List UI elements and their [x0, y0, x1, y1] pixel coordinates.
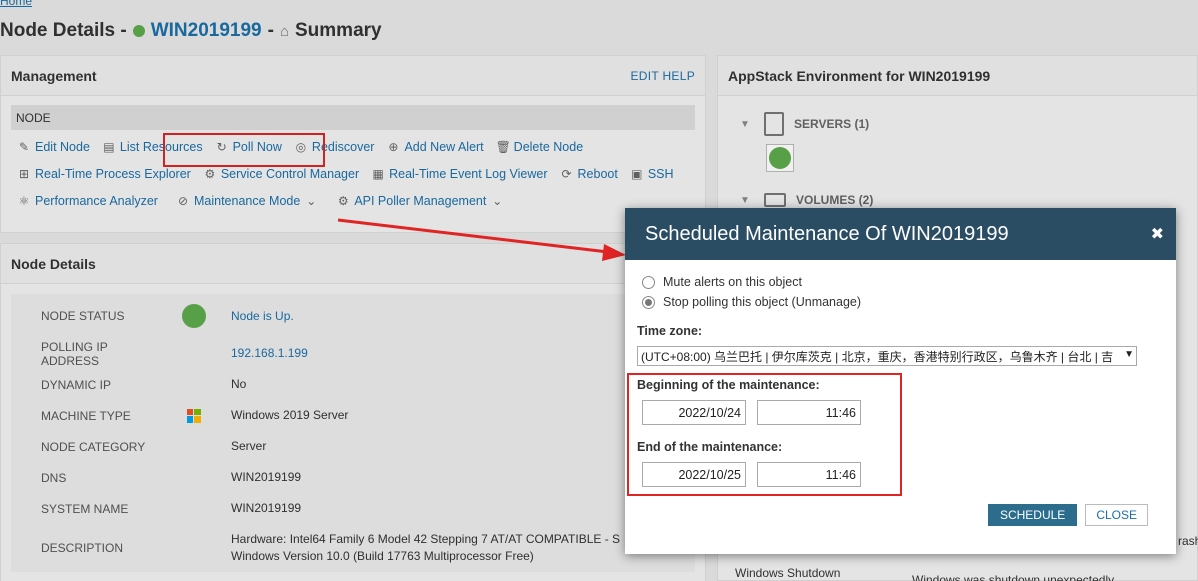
- real-time-event-log-viewer-button[interactable]: ▦ Real-Time Event Log Viewer: [371, 167, 547, 181]
- table-row: NODE STATUS Node is Up.: [11, 294, 695, 338]
- maintenance-icon: ⊘: [177, 193, 189, 208]
- server-icon: [764, 112, 784, 136]
- timezone-select[interactable]: (UTC+08:00) 乌兰巴托 | 伊尔库茨克 | 北京，重庆，香港特别行政区…: [637, 346, 1137, 366]
- reboot-button[interactable]: ⟳ Reboot: [560, 166, 617, 181]
- maintenance-mode-highlight: [163, 133, 325, 167]
- event-label: Windows Shutdown: [735, 566, 841, 580]
- process-icon: ⊞: [18, 166, 30, 181]
- table-row: SYSTEM NAME WIN2019199: [41, 501, 302, 516]
- add-new-alert-button[interactable]: ⊕ Add New Alert: [386, 140, 483, 154]
- pencil-icon: ✎: [18, 139, 30, 154]
- page-title-section: Summary: [295, 20, 382, 41]
- chevron-down-icon: ▼: [1122, 349, 1134, 360]
- plus-circle-icon: ⊕: [388, 139, 399, 154]
- performance-analyzer-button[interactable]: ⚛ Performance Analyzer: [17, 194, 158, 208]
- edit-node-button[interactable]: ✎ Edit Node: [17, 140, 90, 154]
- close-button[interactable]: CLOSE: [1085, 504, 1148, 526]
- management-panel: Management EDIT HELP NODE ✎ Edit Node ▤ Li…: [0, 55, 706, 233]
- mute-alerts-radio[interactable]: [642, 275, 655, 289]
- chevron-down-icon: ⌄: [492, 193, 503, 208]
- table-row: DESCRIPTION Hardware: Intel64 Family 6 M…: [41, 532, 621, 563]
- chevron-down-icon[interactable]: ▼: [740, 119, 754, 130]
- schedule-button[interactable]: SCHEDULE: [987, 504, 1078, 526]
- dialog-title: Scheduled Maintenance Of WIN2019199: [645, 222, 1009, 245]
- stop-polling-option[interactable]: Stop polling this object (Unmanage): [637, 292, 1164, 312]
- scheduled-maintenance-dialog: Scheduled Maintenance Of WIN2019199 ✖ Mu…: [625, 208, 1176, 554]
- node-up-icon: [181, 304, 206, 328]
- timezone-label: Time zone:: [637, 324, 703, 338]
- table-row: POLLING IP ADDRESS 192.168.1.199: [11, 338, 695, 369]
- breadcrumb-home[interactable]: Home: [0, 0, 32, 8]
- page-title-node-name[interactable]: WIN2019199: [151, 20, 262, 42]
- node-details-title: Node Details: [11, 255, 96, 272]
- table-row: DNS WIN2019199: [41, 470, 302, 485]
- delete-node-button[interactable]: 🗑 Delete Node: [496, 140, 584, 154]
- log-icon: ▦: [372, 166, 384, 181]
- terminal-icon: ▣: [631, 166, 643, 181]
- table-row: MACHINE TYPE Windows 2019 Server: [41, 408, 349, 423]
- table-row: NODE CATEGORY Server: [41, 439, 267, 454]
- description-line-2: Windows Version 10.0 (Build 17763 Multip…: [231, 549, 534, 563]
- page-title-prefix: Node Details -: [0, 20, 127, 41]
- home-icon: ⌂: [279, 22, 289, 40]
- status-up-icon: [132, 25, 145, 37]
- mute-alerts-option[interactable]: Mute alerts on this object: [637, 272, 1164, 292]
- description-line-1: Hardware: Intel64 Family 6 Model 42 Step…: [231, 532, 621, 546]
- api-poller-management-button[interactable]: ⚙ API Poller Management ⌄: [336, 194, 504, 208]
- real-time-process-explorer-button[interactable]: ⊞ Real-Time Process Explorer: [17, 167, 191, 181]
- appstack-title: AppStack Environment for WIN2019199: [728, 67, 991, 84]
- stop-polling-radio[interactable]: [642, 295, 655, 309]
- volume-icon: [764, 193, 786, 207]
- list-icon: ▤: [103, 139, 115, 154]
- service-control-manager-button[interactable]: ⚙ Service Control Manager: [203, 167, 359, 181]
- maintenance-range-highlight: [627, 373, 902, 496]
- server-status-tile[interactable]: [766, 144, 794, 172]
- trash-icon: 🗑: [495, 139, 511, 154]
- edit-help-link[interactable]: EDIT HELP: [631, 69, 696, 83]
- analyzer-icon: ⚛: [18, 193, 30, 208]
- servers-section[interactable]: ▼ SERVERS (1): [718, 104, 1197, 144]
- chevron-down-icon[interactable]: ▼: [740, 195, 754, 206]
- event-fragment: rash: [1178, 534, 1198, 548]
- ssh-button[interactable]: ▣ SSH: [630, 166, 673, 181]
- reboot-icon: ⟳: [561, 166, 572, 181]
- gear-icon: ⚙: [204, 166, 216, 181]
- status-up-icon: [769, 147, 791, 169]
- chevron-down-icon: ⌄: [306, 193, 317, 208]
- management-title: Management: [11, 67, 97, 84]
- event-text: Windows was shutdown unexpectedly: [912, 573, 1115, 581]
- maintenance-mode-button[interactable]: ⊘ Maintenance Mode ⌄: [176, 194, 318, 208]
- page-title-separator: -: [267, 20, 274, 41]
- node-details-panel: Node Details NODE STATUS Node is Up. POL…: [0, 243, 706, 581]
- windows-logo-icon: [186, 408, 201, 423]
- details-table: NODE STATUS Node is Up. POLLING IP ADDRE…: [11, 294, 695, 572]
- table-row: DYNAMIC IP No: [41, 377, 247, 392]
- api-gear-icon: ⚙: [337, 193, 349, 208]
- node-section-bar: NODE: [11, 105, 695, 130]
- page-title: Node Details - WIN2019199 - ⌂ Summary: [0, 20, 382, 42]
- close-icon[interactable]: ✖: [1151, 224, 1164, 244]
